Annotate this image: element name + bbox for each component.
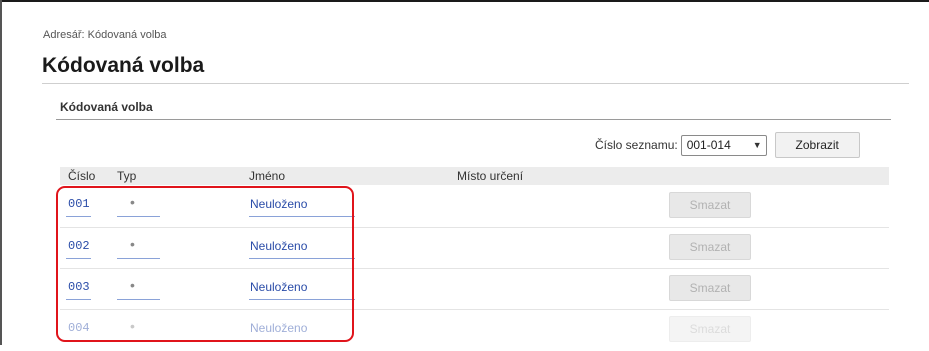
delete-button[interactable]: Smazat (669, 275, 751, 301)
show-button[interactable]: Zobrazit (774, 132, 860, 158)
section-title: Kódovaná volba (60, 100, 153, 114)
delete-button[interactable]: Smazat (669, 192, 751, 218)
delete-button[interactable]: Smazat (669, 234, 751, 260)
section-divider (56, 119, 891, 120)
chevron-down-icon: ▼ (752, 140, 762, 150)
header-destination: Místo určení (457, 169, 524, 183)
delete-button[interactable]: Smazat (669, 316, 751, 342)
list-number-label: Číslo seznamu: (595, 138, 678, 152)
breadcrumb: Adresář: Kódovaná volba (43, 29, 167, 41)
list-number-value: 001-014 (686, 138, 731, 152)
list-number-select[interactable]: 001-014 ▼ (680, 134, 767, 156)
header-type: Typ (117, 169, 137, 183)
highlight-annotation (56, 186, 354, 342)
header-name: Jméno (249, 169, 286, 183)
list-toolbar: Číslo seznamu: 001-014 ▼ Zobrazit (595, 132, 860, 158)
window-top-border (0, 0, 929, 2)
page-title: Kódovaná volba (42, 54, 205, 77)
header-number: Číslo (68, 169, 96, 183)
title-divider (42, 83, 909, 84)
window-left-border (0, 0, 2, 345)
